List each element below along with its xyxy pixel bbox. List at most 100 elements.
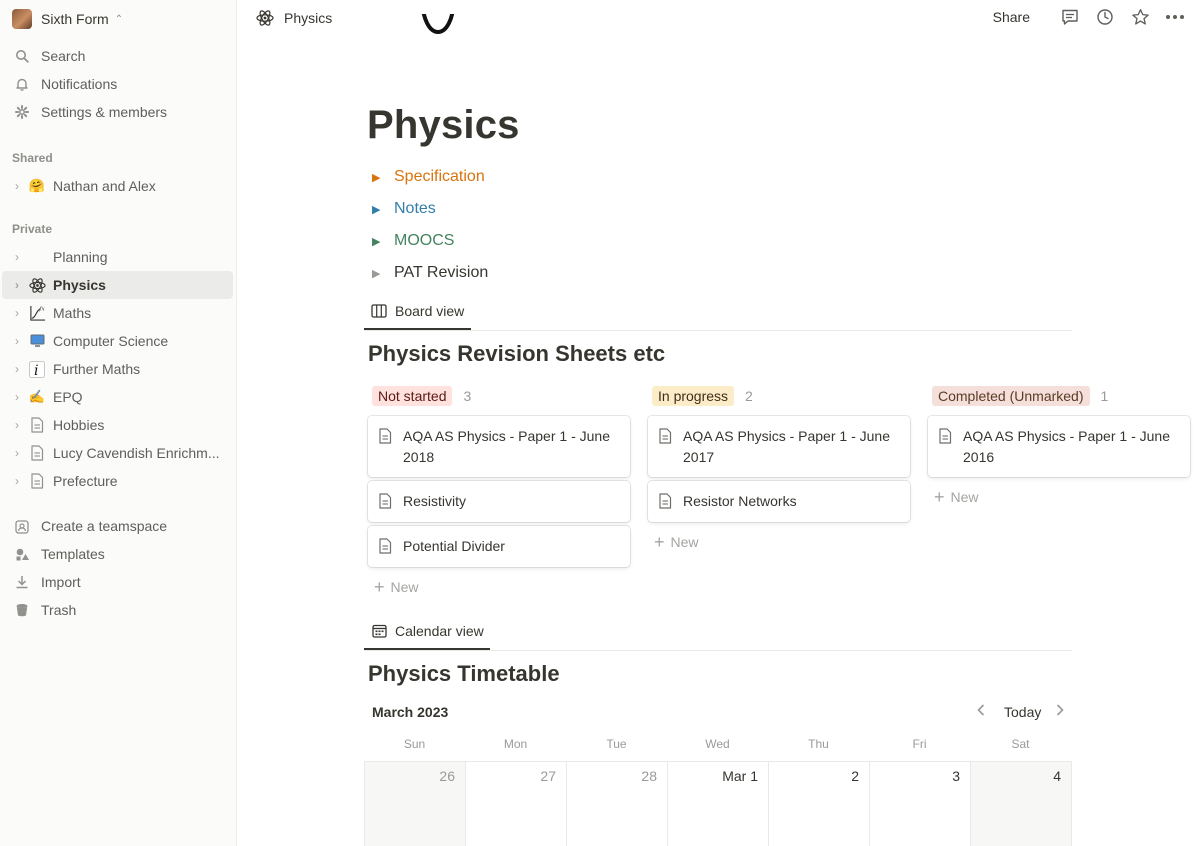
- toggle-label: Notes: [394, 200, 436, 217]
- page-icon: [378, 538, 394, 554]
- page-icon-atom[interactable]: [420, 14, 456, 58]
- teamspace-icon: [14, 518, 30, 534]
- blank-icon: [28, 248, 46, 266]
- more-options-icon[interactable]: [1164, 4, 1186, 30]
- create-teamspace-button[interactable]: Create a teamspace: [0, 512, 237, 540]
- workspace-switcher[interactable]: Sixth Form ⌃: [12, 8, 123, 30]
- board-column-header[interactable]: Completed (Unmarked) 1: [932, 386, 1108, 406]
- settings-button[interactable]: Settings & members: [0, 98, 237, 126]
- trash-button[interactable]: Trash: [0, 596, 237, 624]
- calendar-day-cell[interactable]: 28: [566, 761, 667, 846]
- sidebar-item-further-maths[interactable]: › i Further Maths: [2, 355, 233, 383]
- board-card[interactable]: AQA AS Physics - Paper 1 - June 2016: [928, 416, 1190, 477]
- page-icon: [378, 428, 394, 444]
- writing-hand-emoji-icon: ✍: [28, 389, 46, 404]
- weekday-header: Sat: [1011, 737, 1030, 751]
- star-icon[interactable]: [1129, 4, 1151, 30]
- toggle-label: Specification: [394, 168, 485, 185]
- sidebar-item-label: Nathan and Alex: [53, 178, 156, 194]
- chevron-right-icon[interactable]: ›: [10, 334, 24, 348]
- sidebar-item-nathan-and-alex[interactable]: › 🤗 Nathan and Alex: [2, 172, 233, 200]
- board-card[interactable]: AQA AS Physics - Paper 1 - June 2017: [648, 416, 910, 477]
- new-card-button[interactable]: + New: [934, 488, 979, 506]
- search-label: Search: [41, 48, 86, 64]
- new-card-button[interactable]: + New: [654, 533, 699, 551]
- sidebar-item-label: EPQ: [53, 389, 83, 405]
- atom-icon: [28, 276, 46, 294]
- toggle-specification[interactable]: ▶ Specification: [372, 165, 485, 189]
- board-card[interactable]: Resistivity: [368, 481, 630, 522]
- card-title: Resistivity: [403, 493, 467, 509]
- board-card[interactable]: AQA AS Physics - Paper 1 - June 2018: [368, 416, 630, 477]
- import-button[interactable]: Import: [0, 568, 237, 596]
- sidebar-item-physics[interactable]: › Physics: [2, 271, 233, 299]
- toggle-notes[interactable]: ▶ Notes: [372, 197, 436, 221]
- page-icon: [28, 444, 46, 462]
- chevron-right-icon[interactable]: [1055, 703, 1065, 720]
- chevron-left-icon[interactable]: [976, 703, 986, 720]
- chevron-right-icon[interactable]: ›: [10, 446, 24, 460]
- calendar-day-cell[interactable]: 2: [768, 761, 869, 846]
- sidebar-item-prefecture[interactable]: › Prefecture: [2, 467, 233, 495]
- board-card[interactable]: Resistor Networks: [648, 481, 910, 522]
- function-graph-icon: fx: [28, 304, 46, 322]
- chevron-right-icon[interactable]: ›: [10, 474, 24, 488]
- new-card-button[interactable]: + New: [374, 578, 419, 596]
- calendar-day-cell[interactable]: 4: [970, 761, 1072, 846]
- atom-icon: [255, 8, 275, 28]
- toggle-pat-revision[interactable]: ▶ PAT Revision: [372, 261, 488, 285]
- chevron-right-icon[interactable]: ›: [10, 306, 24, 320]
- sidebar-item-planning[interactable]: › Planning: [2, 243, 233, 271]
- hugging-face-emoji-icon: 🤗: [28, 178, 46, 193]
- page-icon: [28, 416, 46, 434]
- calendar-day-cell[interactable]: 26: [364, 761, 465, 846]
- import-label: Import: [41, 574, 81, 590]
- weekday-header: Wed: [705, 737, 730, 751]
- page-icon: [658, 493, 674, 509]
- tab-board-view[interactable]: Board view: [364, 294, 471, 328]
- templates-button[interactable]: Templates: [0, 540, 237, 568]
- board-column-header[interactable]: In progress 2: [652, 386, 753, 406]
- workspace-name: Sixth Form: [41, 11, 109, 27]
- divider: [364, 330, 1072, 331]
- sidebar-item-maths[interactable]: › fx Maths: [2, 299, 233, 327]
- board-column-header[interactable]: Not started 3: [372, 386, 471, 406]
- calendar-day-cell[interactable]: 27: [465, 761, 566, 846]
- sidebar-item-label: Computer Science: [53, 333, 169, 349]
- status-tag: In progress: [652, 386, 735, 406]
- calendar-day-cell[interactable]: 3: [869, 761, 970, 846]
- calendar-title: Physics Timetable: [368, 661, 560, 686]
- chevron-right-icon[interactable]: ›: [10, 250, 24, 264]
- top-actions: Share: [993, 4, 1186, 30]
- column-count: 1: [1100, 388, 1109, 404]
- chevron-right-icon[interactable]: ›: [10, 179, 24, 193]
- toggle-triangle-icon[interactable]: ▶: [372, 267, 384, 280]
- chevron-right-icon[interactable]: ›: [10, 390, 24, 404]
- toggle-triangle-icon[interactable]: ▶: [372, 171, 384, 184]
- status-tag: Completed (Unmarked): [932, 386, 1090, 406]
- history-clock-icon[interactable]: [1094, 4, 1116, 30]
- workspace-avatar: [12, 9, 32, 29]
- tab-calendar-view[interactable]: Calendar view: [364, 614, 491, 648]
- share-button[interactable]: Share: [993, 9, 1030, 25]
- board-card[interactable]: Potential Divider: [368, 526, 630, 567]
- toggle-triangle-icon[interactable]: ▶: [372, 235, 384, 248]
- sidebar-item-epq[interactable]: › ✍ EPQ: [2, 383, 233, 411]
- breadcrumb[interactable]: Physics: [255, 8, 332, 28]
- status-tag: Not started: [372, 386, 453, 406]
- calendar-day-cell[interactable]: Mar 1: [667, 761, 768, 846]
- toggle-triangle-icon[interactable]: ▶: [372, 203, 384, 216]
- sidebar-item-lucy-cavendish[interactable]: › Lucy Cavendish Enrichm...: [2, 439, 233, 467]
- sidebar-item-hobbies[interactable]: › Hobbies: [2, 411, 233, 439]
- notifications-button[interactable]: Notifications: [0, 70, 237, 98]
- search-button[interactable]: Search: [0, 42, 237, 70]
- toggle-moocs[interactable]: ▶ MOOCS: [372, 229, 454, 253]
- comments-icon[interactable]: [1059, 4, 1081, 30]
- page-icon: [938, 428, 954, 444]
- chevron-right-icon[interactable]: ›: [10, 418, 24, 432]
- today-button[interactable]: Today: [1004, 704, 1041, 720]
- chevron-up-down-icon: ⌃: [114, 13, 124, 25]
- sidebar-item-computer-science[interactable]: › Computer Science: [2, 327, 233, 355]
- chevron-right-icon[interactable]: ›: [10, 362, 24, 376]
- chevron-right-icon[interactable]: ›: [10, 278, 24, 292]
